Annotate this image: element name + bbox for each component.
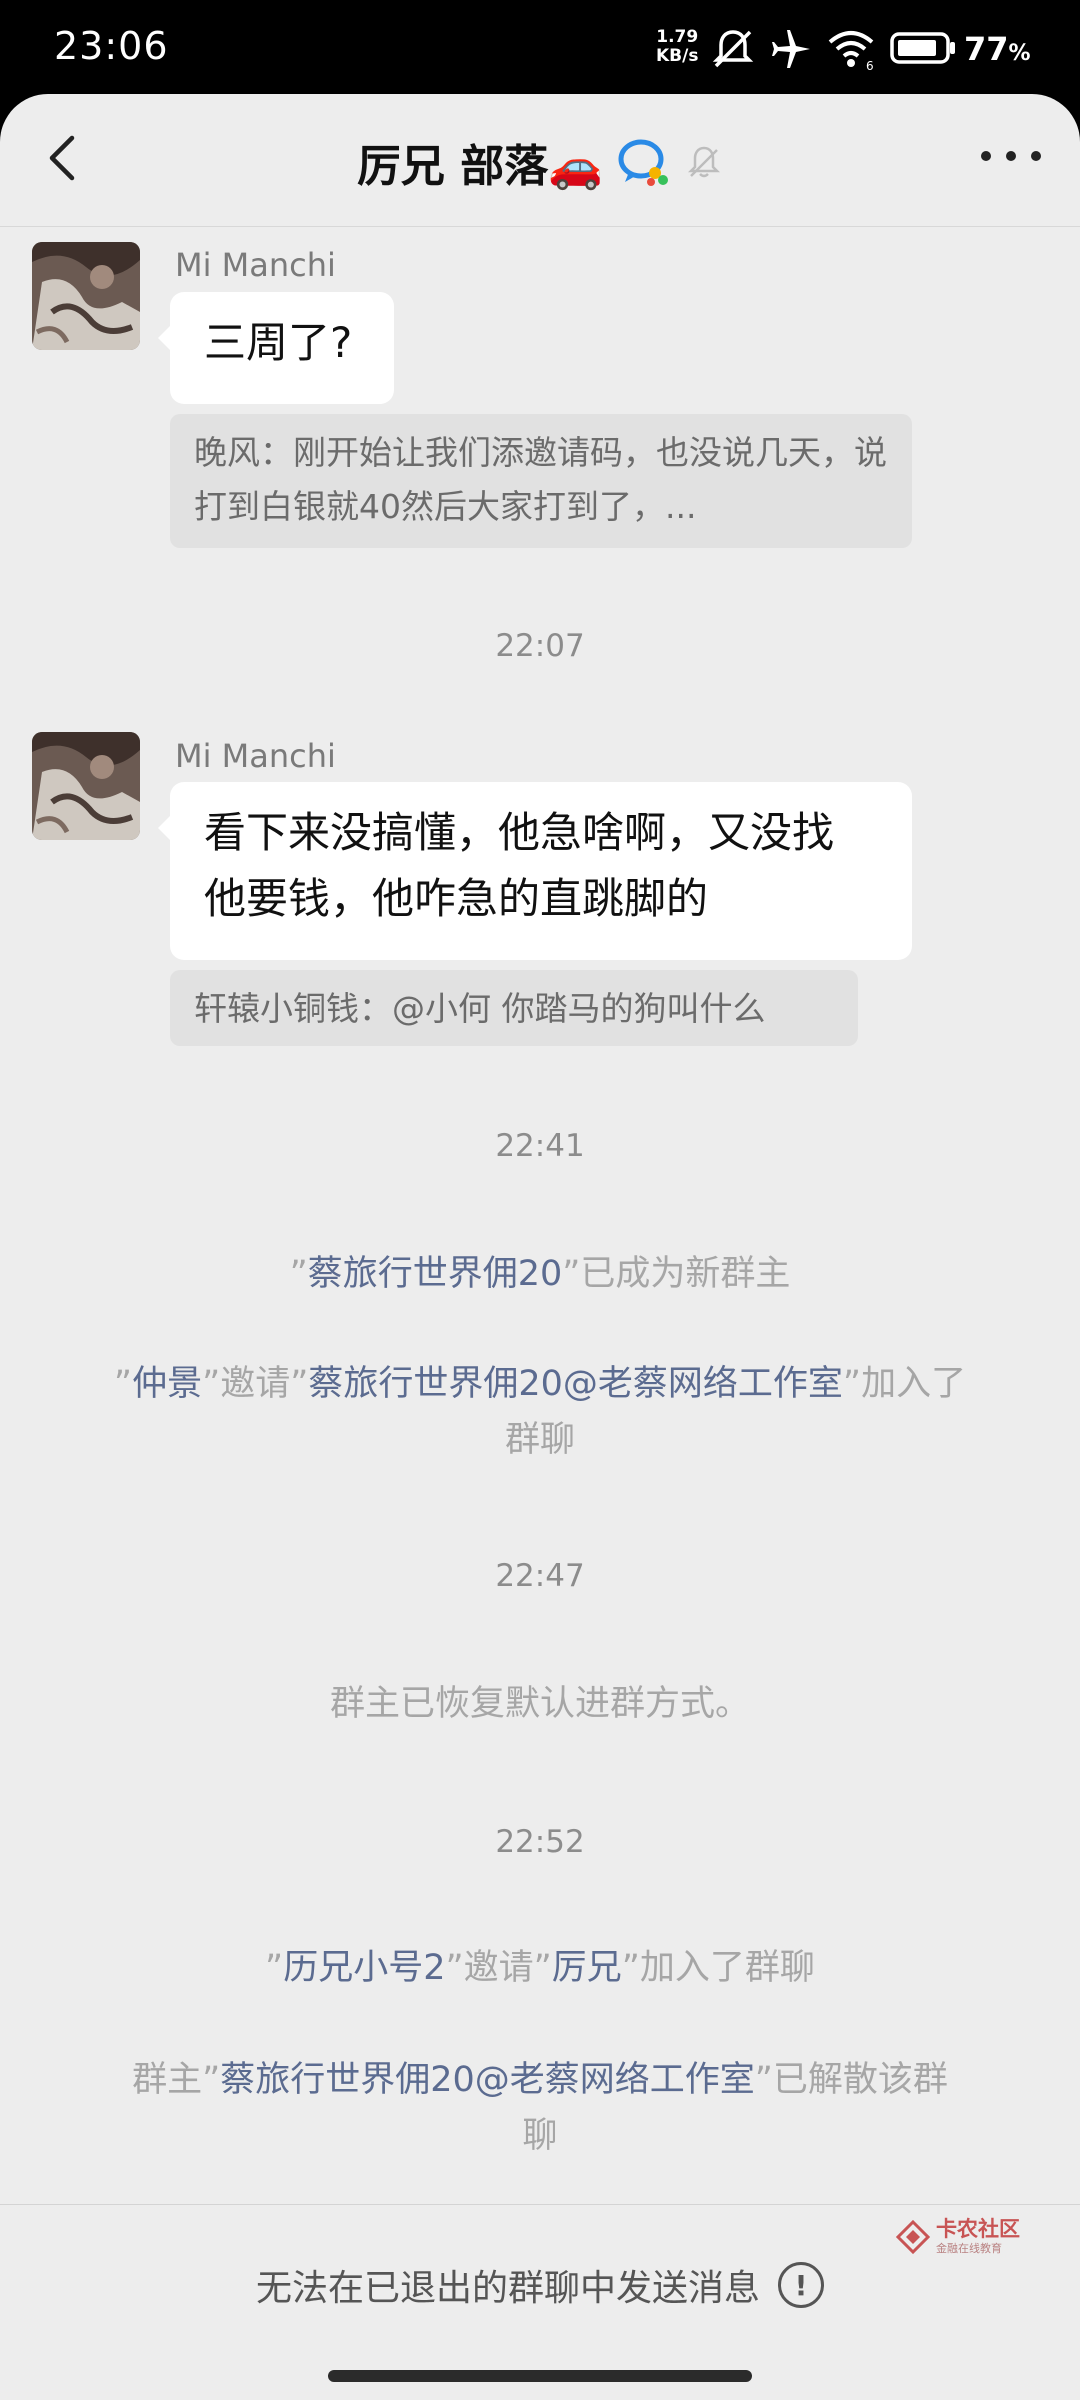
user-link[interactable]: 历兄小号2: [283, 1948, 445, 1988]
page-title: 厉兄 部落🚗: [356, 141, 604, 192]
quoted-message[interactable]: 轩辕小铜钱：@小何 你踏马的狗叫什么: [170, 970, 858, 1046]
system-text: 已成为新群主: [580, 1254, 791, 1294]
home-indicator[interactable]: [328, 2370, 752, 2382]
system-text: 加入了: [861, 1364, 967, 1404]
system-line: ”仲景”邀请”蔡旅行世界佣20@老蔡网络工作室”加入了: [80, 1356, 1000, 1412]
quote-mark: ”: [621, 1948, 640, 1988]
bell-muted-icon: [688, 146, 721, 178]
watermark-text: 卡农社区 金融在线教育: [936, 2218, 1020, 2256]
quote-mark: ”: [533, 1948, 552, 1988]
quote-mark: ”: [113, 1364, 133, 1404]
watermark-logo-icon: [896, 2220, 930, 2254]
quote-mark: ”: [754, 2060, 773, 2100]
system-line: 群聊: [504, 1420, 575, 1460]
watermark-subtitle: 金融在线教育: [936, 2242, 1002, 2255]
wifi-icon: 6: [828, 31, 874, 72]
timestamp: 22:52: [495, 1824, 585, 1860]
user-link[interactable]: 仲景: [132, 1364, 202, 1404]
network-speed: 1.79 KB/s: [656, 28, 698, 66]
timestamp: 22:47: [495, 1558, 585, 1594]
system-message-invite: ”仲景”邀请”蔡旅行世界佣20@老蔡网络工作室”加入了 群聊: [80, 1356, 1000, 1468]
avatar[interactable]: [32, 242, 140, 350]
quoted-message[interactable]: 晚风：刚开始让我们添邀请码，也没说几天，说打到白银就40然后大家打到了，...: [170, 414, 912, 548]
quoted-text: 晚风：刚开始让我们添邀请码，也没说几天，说打到白银就40然后大家打到了，...: [194, 433, 887, 526]
watermark: 卡农社区 金融在线教育: [896, 2218, 1020, 2256]
battery-percent-value: 77: [964, 30, 1009, 68]
network-speed-value: 1.79: [656, 27, 699, 47]
more-dots-icon[interactable]: [978, 144, 1044, 168]
quote-mark: ”: [445, 1948, 464, 1988]
header-divider: [0, 226, 1080, 227]
system-line: 聊: [522, 2116, 558, 2156]
system-line: 群主”蔡旅行世界佣20@老蔡网络工作室”已解散该群: [80, 2052, 1000, 2108]
quote-mark: ”: [290, 1364, 309, 1404]
group-chat-icon: [618, 139, 669, 186]
sender-name: Mi Manchi: [175, 246, 336, 284]
message-bubble[interactable]: 看下来没搞懂，他急啥啊，又没找 他要钱，他咋急的直跳脚的: [158, 782, 912, 960]
system-text: 邀请: [463, 1948, 534, 1988]
quote-mark: ”: [265, 1948, 284, 1988]
message-text-line: 他要钱，他咋急的直跳脚的: [204, 874, 709, 923]
quoted-text: 轩辕小铜钱：@小何 你踏马的狗叫什么: [194, 989, 766, 1028]
system-text: 邀请: [220, 1364, 291, 1404]
system-message-restore: 群主已恢复默认进群方式。: [329, 1684, 750, 1724]
user-link[interactable]: 蔡旅行世界佣20@老蔡网络工作室: [308, 1364, 843, 1404]
status-bar: 23:06 1.79 KB/s 6 77%: [0, 0, 1080, 96]
chat-header: 厉兄 部落🚗: [0, 94, 1080, 224]
system-message-new-owner: ”蔡旅行世界佣20”已成为新群主: [80, 1246, 1000, 1302]
mute-vibrate-icon: [712, 30, 754, 68]
system-message-dissolve: 群主”蔡旅行世界佣20@老蔡网络工作室”已解散该群 聊: [80, 2052, 1000, 2164]
network-speed-unit: KB/s: [656, 46, 699, 66]
system-text: 群主: [132, 2060, 203, 2100]
message-text: 三周了?: [204, 318, 353, 367]
user-link[interactable]: 蔡旅行世界佣20@老蔡网络工作室: [220, 2060, 755, 2100]
battery-percent: 77%: [964, 30, 1031, 68]
chat-panel: 厉兄 部落🚗 Mi Manchi 三周了? 晚风：刚开始让我们添邀请码，也没说几…: [0, 94, 1080, 2400]
message-bubble[interactable]: 三周了?: [158, 292, 394, 404]
quote-mark: ”: [202, 2060, 221, 2100]
avatar[interactable]: [32, 732, 140, 840]
system-message-invite: ”历兄小号2”邀请”厉兄”加入了群聊: [80, 1940, 1000, 1996]
user-link[interactable]: 蔡旅行世界佣20: [308, 1254, 563, 1294]
quote-mark: ”: [842, 1364, 862, 1404]
sender-name: Mi Manchi: [175, 737, 336, 775]
timestamp: 22:07: [495, 628, 585, 664]
airplane-icon: [772, 30, 810, 68]
quote-mark: ”: [202, 1364, 221, 1404]
avatar-image: [32, 242, 140, 350]
footer-notice: 无法在已退出的群聊中发送消息 !: [0, 2259, 1080, 2311]
quote-mark: ”: [562, 1254, 581, 1294]
system-text: 已解散该群: [772, 2060, 948, 2100]
message-text-line: 看下来没搞懂，他急啥啊，又没找: [204, 808, 835, 857]
status-time: 23:06: [54, 24, 169, 68]
timestamp: 22:41: [495, 1128, 585, 1164]
svg-text:6: 6: [866, 59, 874, 72]
battery-icon: [890, 32, 955, 64]
chat-title-bar: 厉兄 部落🚗: [0, 130, 1080, 194]
avatar-image: [32, 732, 140, 840]
battery-percent-unit: %: [1008, 41, 1031, 66]
system-text: 加入了群聊: [639, 1948, 815, 1988]
user-link[interactable]: 厉兄: [552, 1948, 622, 1988]
quote-mark: ”: [289, 1254, 308, 1294]
footer-text: 无法在已退出的群聊中发送消息: [255, 2268, 760, 2309]
exclamation-circle-icon[interactable]: !: [778, 2262, 824, 2308]
watermark-title: 卡农社区: [936, 2217, 1020, 2241]
